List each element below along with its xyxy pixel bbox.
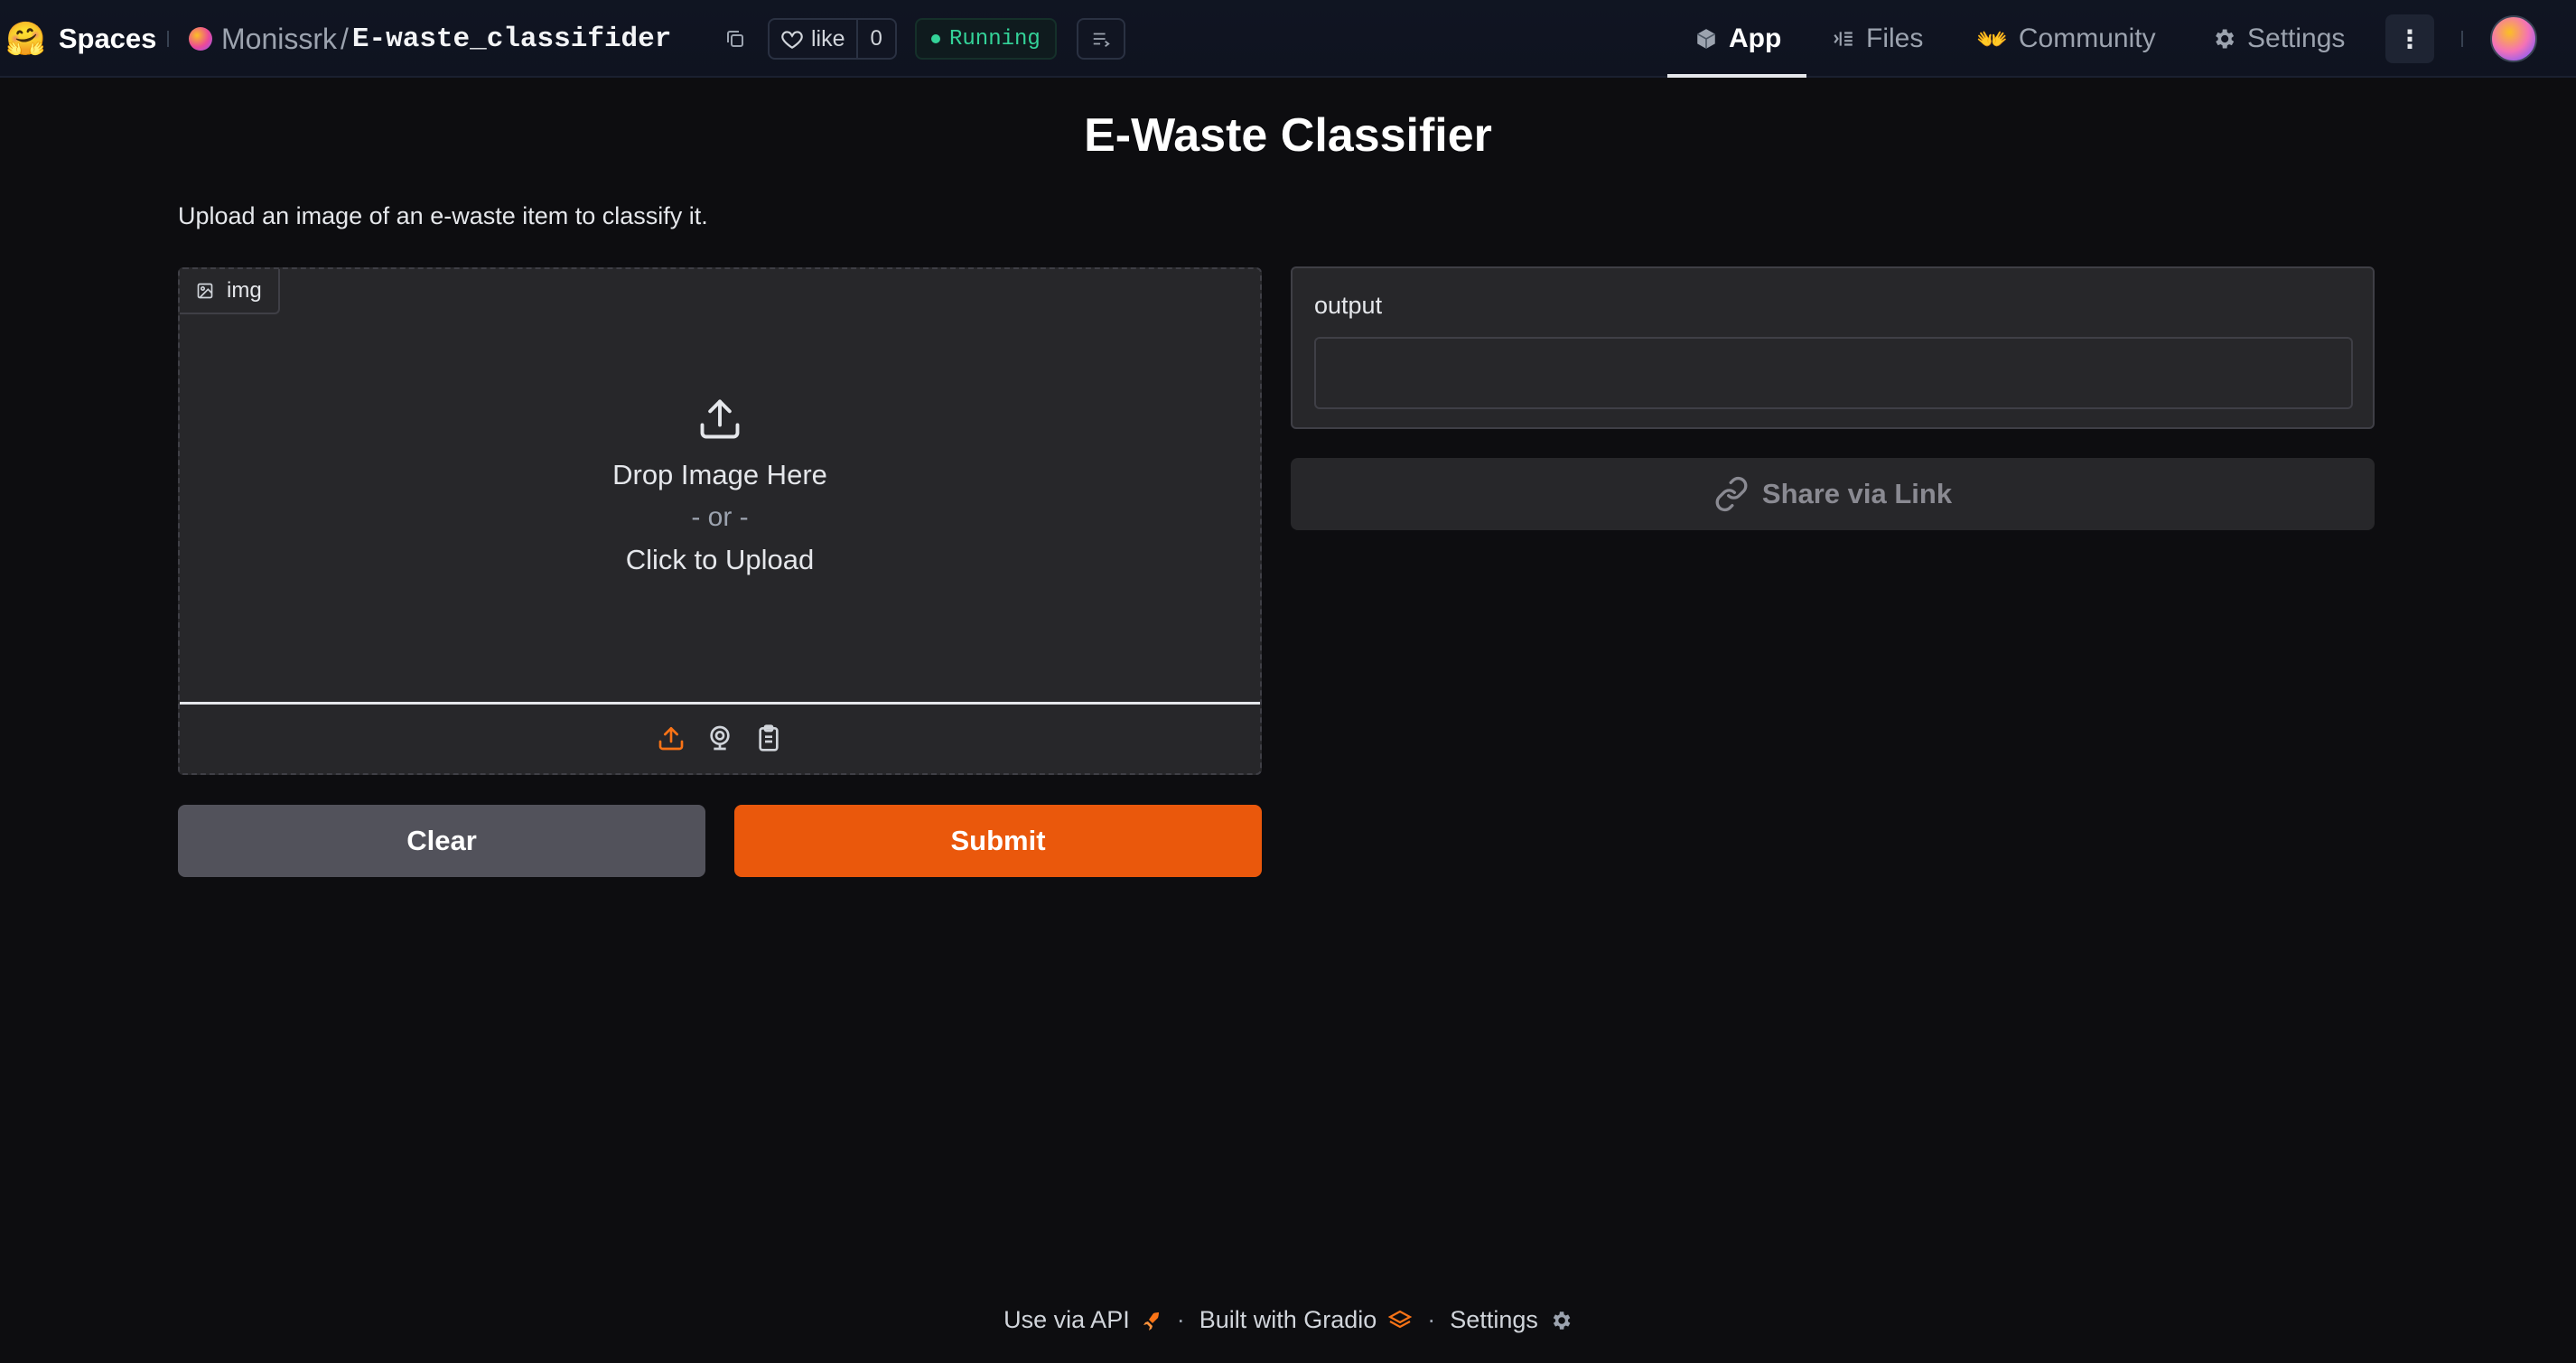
user-avatar[interactable] [2490, 15, 2537, 62]
drop-image-text: Drop Image Here [612, 458, 827, 490]
image-upload-dropzone[interactable]: Drop Image Here - or - Click to Upload i… [178, 267, 1262, 775]
output-label: output [1314, 292, 1383, 319]
built-with-gradio-link[interactable]: Built with Gradio [1199, 1306, 1414, 1334]
gear-icon [1553, 1311, 1571, 1330]
app-title: E-Waste Classifier [1084, 109, 1492, 162]
use-via-api-label: Use via API [1003, 1306, 1130, 1333]
rocket-icon [1143, 1312, 1159, 1330]
upload-icon [658, 727, 684, 751]
like-count[interactable]: 0 [855, 20, 895, 58]
path-separator: / [341, 22, 349, 55]
hand-wave-icon: 👐 [1976, 24, 2008, 53]
image-icon [197, 283, 213, 299]
tab-community-label: Community [2018, 23, 2156, 53]
share-via-link-button[interactable]: Share via Link [1291, 458, 2375, 530]
copy-repo-name-button[interactable] [724, 0, 746, 78]
tab-community[interactable]: 👐 Community [1976, 0, 2156, 78]
or-text: - or - [691, 501, 749, 532]
tab-app-label: App [1729, 23, 1782, 53]
like-button[interactable]: like [770, 20, 856, 58]
clear-button[interactable]: Clear [178, 805, 705, 877]
gradio-logo-icon [1387, 1310, 1413, 1328]
gear-icon [2216, 29, 2235, 49]
kebab-icon: ⋮ [2397, 24, 2422, 53]
output-panel: output [1291, 266, 2375, 429]
active-tab-indicator [1667, 74, 1806, 78]
click-upload-text: Click to Upload [625, 543, 815, 575]
status-badge[interactable]: Running [915, 18, 1057, 60]
heart-icon [781, 31, 803, 50]
built-with-gradio-label: Built with Gradio [1199, 1306, 1377, 1333]
owner-avatar [189, 27, 212, 51]
files-icon [1834, 32, 1853, 46]
divider [2461, 31, 2463, 47]
status-text: Running [949, 26, 1041, 51]
tab-app[interactable]: App [1694, 0, 1781, 78]
webcam-icon [710, 725, 730, 751]
submit-button[interactable]: Submit [734, 805, 1262, 877]
image-input-label: img [180, 269, 280, 314]
more-options-button[interactable]: ⋮ [2385, 14, 2434, 63]
logs-icon [1093, 33, 1110, 47]
footer-settings-link[interactable]: Settings [1450, 1306, 1573, 1334]
output-textbox[interactable] [1314, 337, 2353, 409]
footer-separator: · [1176, 1306, 1185, 1333]
spaces-logo-link[interactable]: 🤗 Spaces [5, 0, 156, 78]
upload-source-button[interactable] [657, 724, 686, 757]
tab-settings[interactable]: Settings [2211, 0, 2345, 78]
link-icon [1715, 476, 1748, 512]
image-source-toolbar [180, 707, 1260, 773]
footer: Use via API · Built with Gradio · Settin… [0, 1306, 2576, 1334]
use-via-api-link[interactable]: Use via API [1003, 1306, 1162, 1334]
cube-icon [1696, 29, 1716, 49]
logs-button[interactable] [1077, 18, 1125, 60]
app-description: Upload an image of an e-waste item to cl… [178, 202, 708, 229]
clipboard-icon [759, 724, 779, 752]
divider [167, 31, 169, 47]
hugging-face-logo-icon: 🤗 [5, 20, 46, 57]
top-navbar: 🤗 Spaces Monissrk / E-waste_classifider … [0, 0, 2576, 78]
tab-files-label: Files [1866, 23, 1924, 53]
upload-arrow-icon [700, 399, 740, 438]
webcam-source-button[interactable] [705, 724, 734, 757]
repo-name-link[interactable]: E-waste_classifider [352, 23, 671, 55]
like-group: like 0 [768, 18, 897, 60]
tab-settings-label: Settings [2247, 23, 2346, 53]
spaces-label: Spaces [58, 23, 157, 54]
drop-area[interactable]: Drop Image Here - or - Click to Upload [180, 269, 1260, 705]
footer-settings-label: Settings [1450, 1306, 1538, 1333]
owner-link[interactable]: Monissrk [221, 23, 337, 56]
status-dot-icon [931, 34, 940, 43]
footer-separator: · [1427, 1306, 1436, 1333]
clipboard-source-button[interactable] [754, 724, 783, 757]
share-via-link-label: Share via Link [1761, 478, 1953, 509]
tab-files[interactable]: Files [1832, 0, 1923, 78]
like-label: like [811, 25, 845, 51]
image-input-label-text: img [227, 278, 262, 303]
copy-icon [727, 31, 743, 47]
